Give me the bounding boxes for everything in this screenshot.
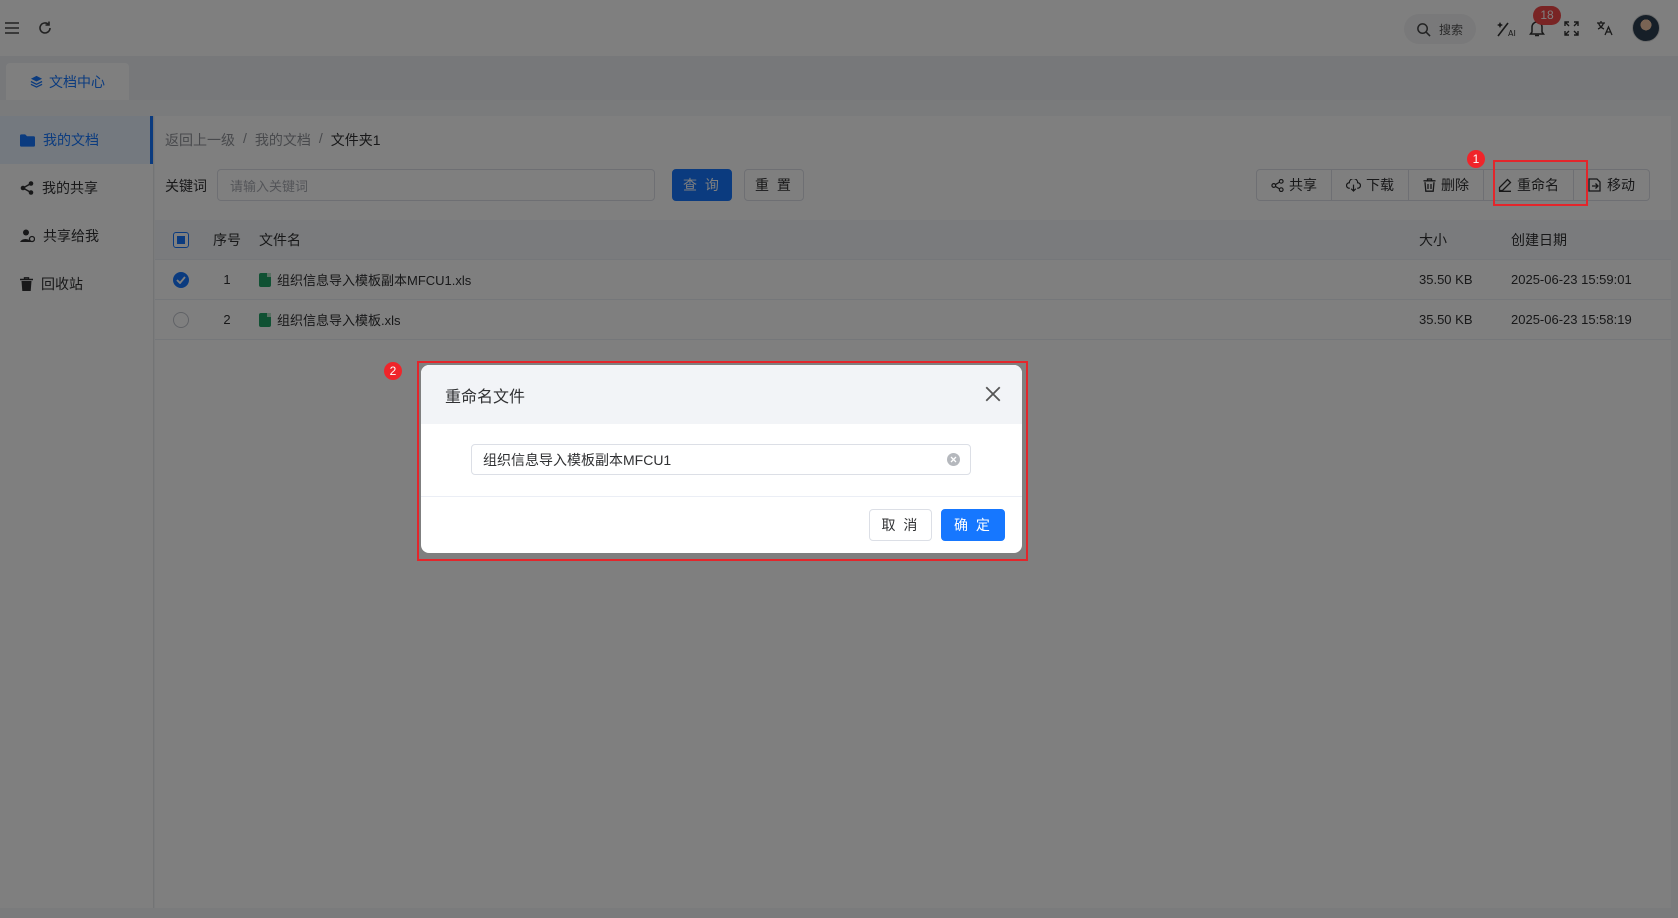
rename-input-value: 组织信息导入模板副本MFCU1 [483,451,672,468]
clear-input-icon[interactable] [947,453,960,466]
dialog-body: 组织信息导入模板副本MFCU1 [421,424,1022,497]
dialog-title: 重命名文件 [445,388,526,406]
rename-dialog: 重命名文件 组织信息导入模板副本MFCU1 取 消 确 定 [421,365,1022,553]
annotation-marker-2: 2 [384,362,402,380]
rename-input[interactable]: 组织信息导入模板副本MFCU1 [471,444,971,475]
close-icon[interactable] [984,385,1002,403]
annotation-marker-1: 1 [1467,150,1485,168]
confirm-button[interactable]: 确 定 [941,509,1005,541]
annotation-box-rename [1493,160,1588,206]
dialog-header: 重命名文件 [421,365,1022,424]
dialog-footer: 取 消 确 定 [421,497,1022,553]
cancel-button[interactable]: 取 消 [869,509,932,541]
